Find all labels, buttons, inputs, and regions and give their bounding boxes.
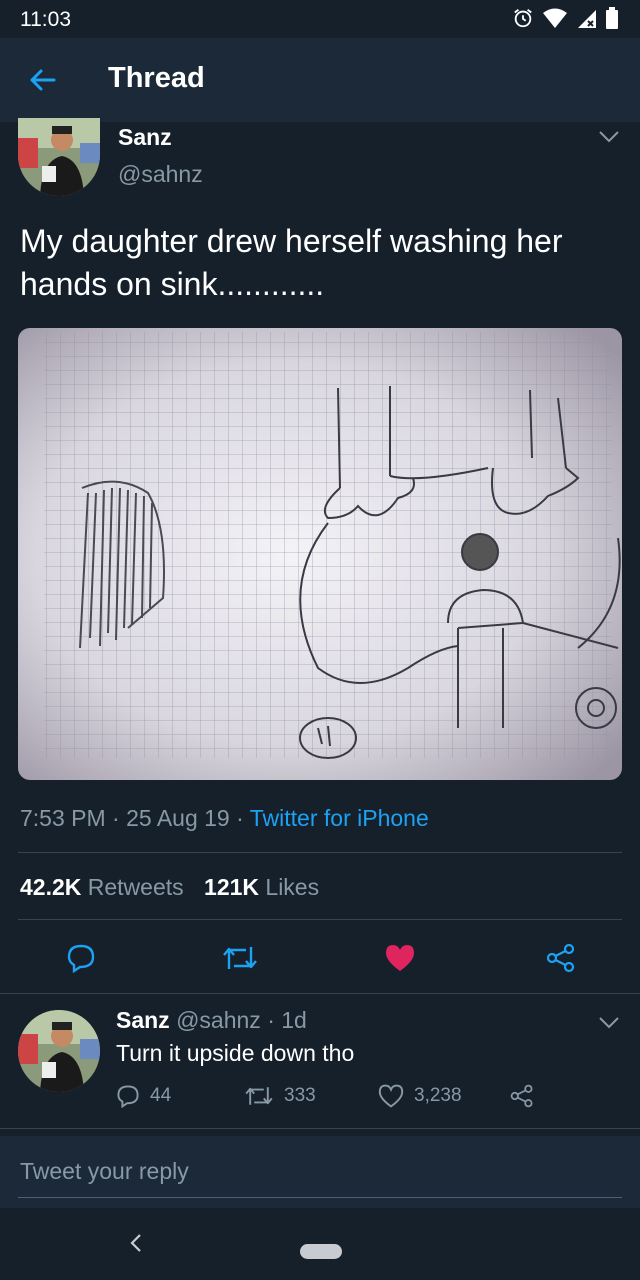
retweet-icon[interactable] (222, 943, 258, 973)
tweet-time: 7:53 PM (20, 805, 106, 831)
navigation-bar (0, 1208, 640, 1280)
heart-icon[interactable] (384, 943, 416, 973)
status-time: 11:03 (20, 8, 71, 31)
reply-likes-count: 3,238 (414, 1085, 462, 1106)
reply-icon[interactable] (66, 943, 96, 973)
reply-display-name[interactable]: Sanz (116, 1007, 170, 1033)
divider (18, 852, 622, 853)
reply-like-button[interactable]: 3,238 (378, 1084, 462, 1108)
divider (0, 993, 640, 994)
tweet-text: My daughter drew herself washing her han… (20, 223, 563, 302)
reply-retweets-count: 333 (284, 1085, 316, 1106)
tweet-stats: 42.2K Retweets 121K Likes (20, 874, 319, 901)
back-arrow-icon[interactable] (26, 64, 58, 96)
tweet-source-link[interactable]: Twitter for iPhone (250, 805, 429, 831)
signal-icon (578, 10, 596, 28)
chevron-down-icon[interactable] (598, 1016, 620, 1030)
drawing-photo (18, 328, 622, 780)
reply-icon (117, 1085, 139, 1108)
tweet-handle[interactable]: @sahnz (118, 161, 203, 188)
likes-label: Likes (265, 874, 320, 900)
reply-actions: 44 333 3,238 (116, 1084, 616, 1114)
reply-handle[interactable]: @sahnz (176, 1007, 261, 1033)
battery-icon (606, 7, 618, 29)
tweet-image[interactable] (18, 328, 622, 780)
reply-separator: · (267, 1007, 275, 1033)
avatar-photo (18, 118, 100, 196)
reply-age: 1d (281, 1007, 307, 1033)
retweets-label: Retweets (87, 874, 184, 900)
tweet-actions (0, 935, 640, 980)
status-bar: 11:03 (0, 0, 640, 38)
nav-back-icon[interactable] (128, 1232, 144, 1254)
wifi-icon (543, 8, 567, 28)
avatar-photo (18, 1010, 100, 1092)
reply-replies-count: 44 (150, 1085, 172, 1106)
status-icons (512, 7, 618, 29)
divider (18, 919, 622, 920)
page-title: Thread (108, 62, 205, 94)
avatar[interactable] (18, 118, 100, 196)
meta-separator: · (236, 805, 244, 831)
app-bar: Thread (0, 38, 640, 122)
share-icon[interactable] (546, 943, 576, 973)
reply-share-button[interactable] (510, 1084, 534, 1108)
tweet-date: 25 Aug 19 (126, 805, 230, 831)
home-pill[interactable] (300, 1244, 342, 1259)
likes-count: 121K (204, 874, 260, 900)
tweet-display-name[interactable]: Sanz (118, 124, 172, 151)
heart-outline-icon (378, 1084, 404, 1108)
retweet-icon (245, 1087, 273, 1105)
retweets-count: 42.2K (20, 874, 82, 900)
reply-retweet-button[interactable]: 333 (244, 1084, 316, 1108)
share-icon (510, 1084, 533, 1108)
reply-composer: Tweet your reply (0, 1136, 640, 1208)
retweets-stat[interactable]: 42.2K Retweets (20, 874, 190, 900)
reply-text: Turn it upside down tho (116, 1040, 355, 1066)
input-underline (18, 1197, 622, 1198)
chevron-down-icon[interactable] (598, 130, 620, 144)
reply-reply-button[interactable]: 44 (116, 1084, 171, 1108)
reply-tweet[interactable]: Sanz @sahnz · 1d Turn it upside down tho (116, 1007, 616, 1067)
reply-avatar[interactable] (18, 1010, 100, 1092)
divider (0, 1128, 640, 1129)
reply-input[interactable]: Tweet your reply (20, 1158, 189, 1185)
alarm-icon (514, 9, 532, 28)
tweet-meta: 7:53 PM · 25 Aug 19 · Twitter for iPhone (20, 805, 429, 832)
reply-header: Sanz @sahnz · 1d (116, 1007, 616, 1034)
likes-stat[interactable]: 121K Likes (204, 874, 319, 900)
meta-separator: · (112, 805, 120, 831)
